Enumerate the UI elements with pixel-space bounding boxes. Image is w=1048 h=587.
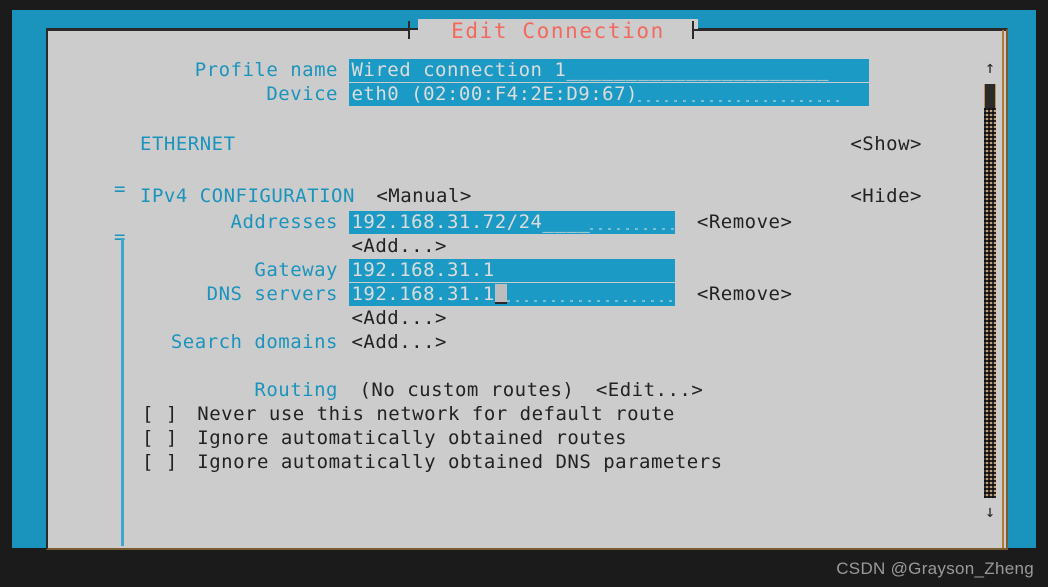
checkbox-ignore-routes-box[interactable]: [ ] bbox=[142, 427, 178, 449]
scrollbar[interactable]: ↑ ↓ bbox=[980, 34, 1000, 544]
row-ethernet-header: ETHERNET <Show> bbox=[48, 130, 978, 158]
edit-connection-dialog: Edit Connection = = Profile name Wired c… bbox=[46, 19, 1008, 550]
device-value: eth0 (02:00:F4:2E:D9:67) bbox=[351, 83, 638, 105]
ethernet-section-title[interactable]: ETHERNET bbox=[140, 133, 236, 155]
addresses-add-button[interactable]: <Add...> bbox=[351, 235, 447, 257]
scroll-down-arrow-icon[interactable]: ↓ bbox=[982, 504, 998, 521]
device-label: Device bbox=[266, 83, 338, 105]
row-addresses-add: <Add...> bbox=[48, 234, 978, 258]
checkbox-ignore-dns-box[interactable]: [ ] bbox=[142, 451, 178, 473]
scrollbar-track[interactable] bbox=[984, 84, 996, 498]
screen: Edit Connection = = Profile name Wired c… bbox=[0, 0, 1048, 587]
row-dns-servers: DNS servers 192.168.31.1................… bbox=[48, 282, 978, 306]
row-addresses: Addresses 192.168.31.72/24____..........… bbox=[48, 210, 978, 234]
text-cursor bbox=[494, 284, 507, 304]
scroll-up-arrow-icon[interactable]: ↑ bbox=[982, 60, 998, 77]
title-tick-left bbox=[408, 21, 410, 39]
addresses-label: Addresses bbox=[230, 211, 338, 233]
ipv4-method-select[interactable]: <Manual> bbox=[376, 185, 472, 207]
dns-servers-value: 192.168.31.1 bbox=[351, 283, 495, 305]
row-dns-add: <Add...> bbox=[48, 306, 978, 330]
row-search-domains: Search domains <Add...> bbox=[48, 330, 978, 354]
device-input[interactable]: eth0 (02:00:F4:2E:D9:67)................… bbox=[349, 83, 870, 106]
row-gateway: Gateway 192.168.31.1 bbox=[48, 258, 978, 282]
checkbox-ignore-routes-label: Ignore automatically obtained routes bbox=[197, 427, 628, 449]
gateway-input[interactable]: 192.168.31.1 bbox=[349, 259, 676, 282]
profile-name-value: Wired connection 1 bbox=[351, 59, 567, 81]
dialog-body: Profile name Wired connection 1_________… bbox=[48, 52, 978, 548]
gateway-value: 192.168.31.1 bbox=[351, 259, 495, 281]
row-checkbox-2[interactable]: [ ] Ignore automatically obtained DNS pa… bbox=[48, 450, 978, 474]
ipv4-section-title[interactable]: IPv4 CONFIGURATION bbox=[140, 185, 355, 207]
watermark: CSDN @Grayson_Zheng bbox=[836, 559, 1034, 578]
dialog-inner-rule bbox=[1002, 30, 1004, 548]
profile-name-fill: ______________________ bbox=[566, 59, 830, 81]
row-checkbox-0[interactable]: [ ] Never use this network for default r… bbox=[48, 402, 978, 426]
routing-label: Routing bbox=[254, 379, 338, 401]
search-domains-label: Search domains bbox=[170, 331, 338, 353]
addresses-remove-button[interactable]: <Remove> bbox=[697, 211, 793, 233]
checkbox-never-default-route-label: Never use this network for default route bbox=[197, 403, 675, 425]
ipv4-hide-button[interactable]: <Hide> bbox=[850, 182, 922, 210]
row-device: Device eth0 (02:00:F4:2E:D9:67).........… bbox=[48, 82, 978, 106]
addresses-value: 192.168.31.72/24 bbox=[351, 211, 543, 233]
dns-servers-fill: .................. bbox=[507, 283, 676, 305]
dialog-titlebar: Edit Connection bbox=[48, 19, 1006, 54]
row-profile-name: Profile name Wired connection 1_________… bbox=[48, 58, 978, 82]
addresses-input[interactable]: 192.168.31.72/24____.......... bbox=[349, 211, 676, 234]
device-fill: ................. bbox=[638, 83, 841, 105]
title-rule-left bbox=[48, 29, 408, 31]
dns-servers-label: DNS servers bbox=[206, 283, 338, 305]
row-checkbox-1[interactable]: [ ] Ignore automatically obtained routes bbox=[48, 426, 978, 450]
dns-servers-add-button[interactable]: <Add...> bbox=[351, 307, 447, 329]
dialog-title: Edit Connection bbox=[418, 19, 698, 43]
dns-servers-remove-button[interactable]: <Remove> bbox=[697, 283, 793, 305]
row-ipv4-header: IPv4 CONFIGURATION <Manual> <Hide> bbox=[48, 182, 978, 210]
checkbox-ignore-dns-label: Ignore automatically obtained DNS parame… bbox=[197, 451, 723, 473]
profile-name-input[interactable]: Wired connection 1______________________ bbox=[349, 59, 870, 82]
profile-name-label: Profile name bbox=[194, 59, 338, 81]
ethernet-show-button[interactable]: <Show> bbox=[850, 130, 922, 158]
row-routing: Routing (No custom routes) <Edit...> bbox=[48, 378, 978, 402]
addresses-fill-dotted: .......... bbox=[590, 211, 675, 233]
search-domains-add-button[interactable]: <Add...> bbox=[351, 331, 447, 353]
title-rule-right bbox=[694, 29, 1006, 31]
addresses-fill-solid: ____ bbox=[542, 211, 591, 233]
routing-edit-button[interactable]: <Edit...> bbox=[596, 379, 703, 401]
dns-servers-input[interactable]: 192.168.31.1.................. bbox=[349, 283, 676, 306]
gateway-label: Gateway bbox=[254, 259, 338, 281]
routing-status: (No custom routes) bbox=[359, 379, 575, 401]
checkbox-never-default-route-box[interactable]: [ ] bbox=[142, 403, 178, 425]
scrollbar-thumb[interactable] bbox=[984, 84, 996, 108]
